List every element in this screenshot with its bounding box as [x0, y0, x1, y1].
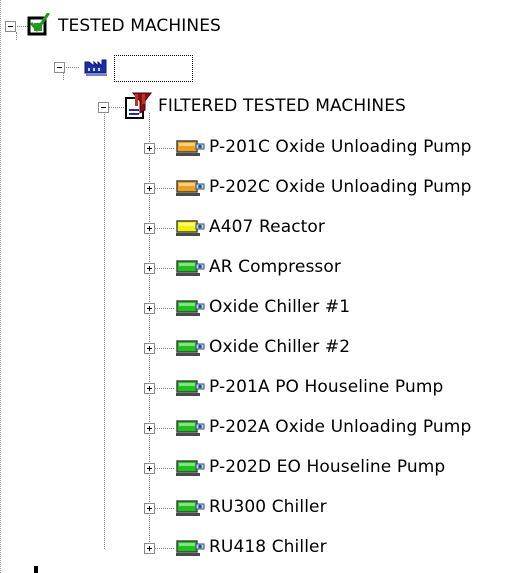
tree-connector [155, 508, 174, 509]
tree-connector [155, 188, 174, 189]
tree-connector [155, 468, 174, 469]
tree-node-label[interactable]: AR Compressor [209, 257, 341, 277]
tree-left-edge [0, 0, 1, 573]
tree-node-label[interactable]: P-202C Oxide Unloading Pump [209, 177, 472, 197]
checked-checkbox-icon [26, 12, 50, 37]
factory-icon [83, 54, 109, 78]
machine-status-icon [176, 137, 206, 159]
machine-status-icon [176, 457, 206, 479]
machine-status-icon [176, 377, 206, 399]
expand-toggle[interactable] [144, 183, 155, 194]
expand-toggle[interactable] [144, 143, 155, 154]
machine-status-icon [176, 497, 206, 519]
machine-tree[interactable]: TESTED MACHINES FILTERED TESTED MACHINES… [0, 0, 521, 573]
tree-node-label[interactable]: TESTED MACHINES [58, 16, 221, 36]
tree-node-label[interactable]: Oxide Chiller #1 [209, 297, 350, 317]
expand-toggle[interactable] [144, 463, 155, 474]
expand-toggle[interactable] [144, 263, 155, 274]
expand-toggle[interactable] [144, 503, 155, 514]
tree-connector [104, 111, 105, 549]
tree-connector [155, 428, 174, 429]
machine-status-icon [176, 217, 206, 239]
collapse-toggle[interactable] [54, 62, 65, 73]
expand-toggle[interactable] [144, 343, 155, 354]
tree-connector [155, 388, 174, 389]
expand-toggle[interactable] [144, 543, 155, 554]
tree-connector [149, 113, 150, 550]
expand-toggle[interactable] [144, 383, 155, 394]
tree-node-label[interactable]: FILTERED TESTED MACHINES [158, 96, 406, 116]
tree-node-label[interactable]: P-202A Oxide Unloading Pump [209, 417, 471, 437]
machine-status-icon [176, 337, 206, 359]
tree-connector [155, 228, 174, 229]
filter-document-icon [124, 92, 152, 120]
collapse-toggle[interactable] [5, 21, 16, 32]
collapse-toggle[interactable] [98, 102, 109, 113]
machine-status-icon [176, 257, 206, 279]
tree-connector [16, 32, 17, 40]
tree-connector [155, 268, 174, 269]
tree-connector [63, 72, 64, 80]
tree-node-label[interactable]: P-201A PO Houseline Pump [209, 377, 443, 397]
machine-status-icon [176, 417, 206, 439]
expand-toggle[interactable] [144, 303, 155, 314]
tree-connector [155, 148, 174, 149]
tree-node-label[interactable]: RU300 Chiller [209, 497, 327, 517]
expand-toggle[interactable] [144, 423, 155, 434]
tree-node-label[interactable]: A407 Reactor [209, 217, 325, 237]
machine-status-icon [176, 177, 206, 199]
tree-node-label[interactable]: RU418 Chiller [209, 537, 327, 557]
machine-status-icon [176, 537, 206, 559]
machine-status-icon [176, 297, 206, 319]
tree-node-label[interactable]: P-202D EO Houseline Pump [209, 457, 445, 477]
tree-node-label[interactable]: Oxide Chiller #2 [209, 337, 350, 357]
expand-toggle[interactable] [144, 223, 155, 234]
tree-connector [155, 548, 174, 549]
tree-node-label[interactable]: P-201C Oxide Unloading Pump [209, 137, 472, 157]
partial-next-node [34, 566, 38, 573]
site-label-box[interactable] [114, 55, 193, 82]
tree-connector [155, 308, 174, 309]
tree-connector [155, 348, 174, 349]
